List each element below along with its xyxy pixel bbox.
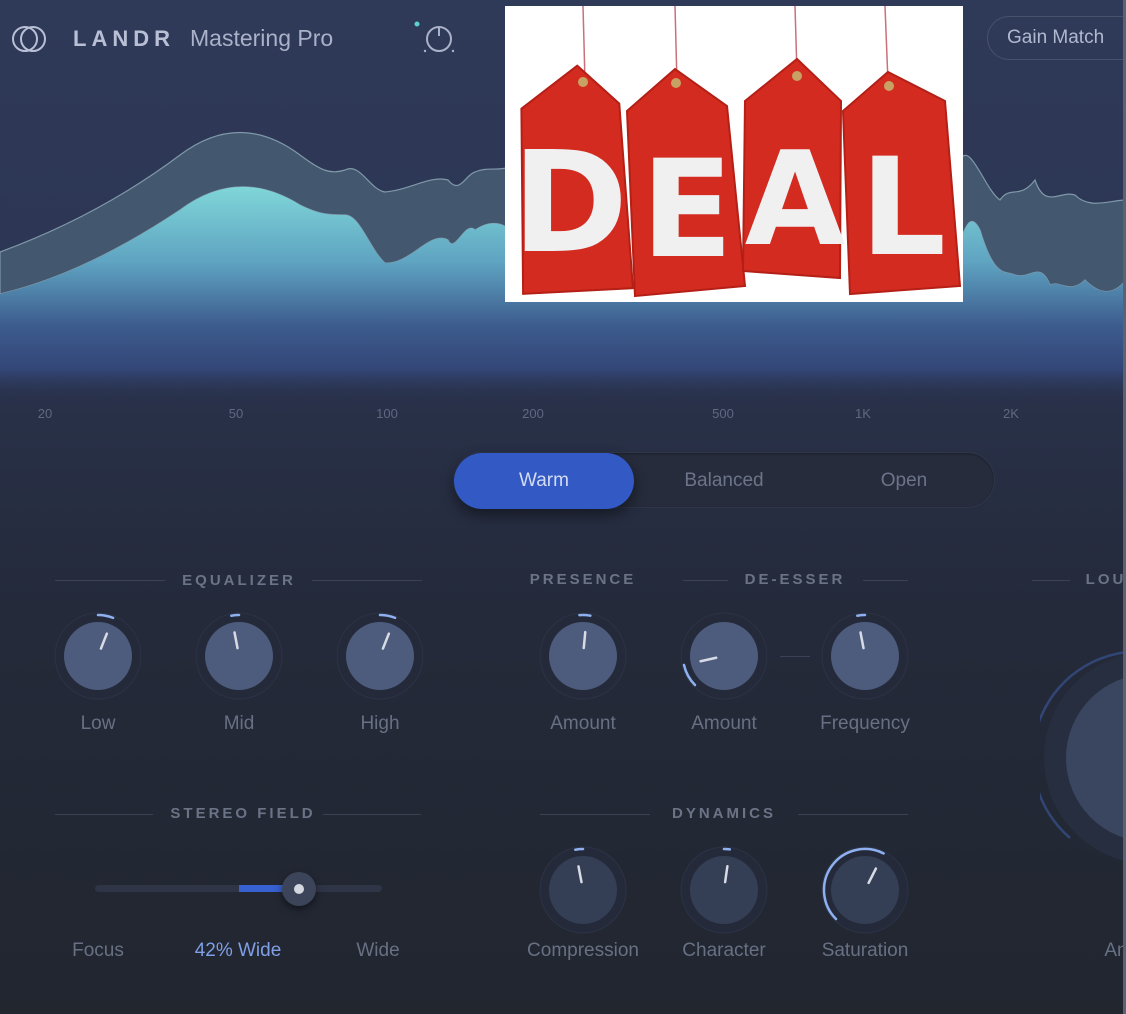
divider — [55, 814, 153, 815]
deal-advertisement-image: D E A L — [505, 6, 963, 302]
svg-text:L: L — [860, 129, 946, 286]
knob-saturation[interactable] — [820, 845, 910, 935]
style-option-balanced[interactable]: Balanced — [634, 453, 814, 509]
deal-tag: A — [741, 57, 846, 280]
divider — [323, 814, 421, 815]
knob-body — [64, 622, 132, 690]
freq-label: 500 — [712, 406, 734, 421]
knob-compression[interactable] — [538, 845, 628, 935]
section-title-equalizer: EQUALIZER — [182, 572, 296, 589]
deal-tag: D — [512, 64, 635, 295]
knob-character[interactable] — [679, 845, 769, 935]
knob-value-arc — [230, 613, 241, 617]
knob-body — [205, 622, 273, 690]
knob-label-eq-high: High — [360, 713, 400, 734]
knob-label-deesser-amount: Amount — [691, 713, 757, 734]
divider — [1032, 580, 1070, 581]
knob-presence-amount[interactable] — [538, 611, 628, 701]
gain-match-button[interactable]: Gain Match — [987, 16, 1126, 60]
divider — [863, 580, 908, 581]
knob-deesser-amount[interactable] — [679, 611, 769, 701]
stereo-focus-label: Focus — [72, 940, 124, 961]
knob-body — [549, 622, 617, 690]
divider — [683, 580, 728, 581]
knob-value-arc — [856, 613, 867, 617]
stereo-wide-label: Wide — [356, 940, 400, 961]
knob-body — [831, 622, 899, 690]
interlocking-rings-icon — [12, 26, 46, 52]
knob-deesser-frequency[interactable] — [820, 611, 910, 701]
knob-label-eq-mid: Mid — [223, 713, 255, 734]
svg-text:D: D — [512, 122, 628, 285]
knob-label-eq-low: Low — [80, 713, 116, 734]
knob-body — [549, 856, 617, 924]
stereo-value-readout: 42% Wide — [194, 940, 282, 961]
stereo-width-slider[interactable] — [95, 871, 382, 906]
section-title-dynamics: DYNAMICS — [671, 805, 777, 822]
section-title-loudness: LOU — [1085, 571, 1126, 588]
divider — [55, 580, 165, 581]
style-selector: Warm Balanced Open — [453, 452, 995, 509]
knob-link-line — [780, 656, 810, 657]
knob-eq-high[interactable] — [335, 611, 425, 701]
knob-label-compression: Compression — [527, 940, 639, 961]
freq-label: 50 — [228, 406, 244, 421]
knob-eq-mid[interactable] — [194, 611, 284, 701]
knob-body — [690, 856, 758, 924]
freq-label: 1K — [855, 406, 871, 421]
knob-eq-low[interactable] — [53, 611, 143, 701]
section-title-stereo-field: STEREO FIELD — [170, 805, 316, 822]
divider — [312, 580, 422, 581]
divider — [540, 814, 650, 815]
power-knob-icon — [414, 21, 455, 53]
slider-thumb[interactable] — [281, 871, 316, 906]
freq-label: 200 — [522, 406, 544, 421]
divider — [798, 814, 908, 815]
section-title-presence: PRESENCE — [529, 571, 637, 588]
svg-text:E: E — [641, 131, 733, 288]
section-title-de-esser: DE-ESSER — [744, 571, 846, 588]
style-option-warm[interactable]: Warm — [454, 453, 634, 509]
knob-body — [831, 856, 899, 924]
loudness-knob[interactable] — [1040, 648, 1126, 868]
style-option-open[interactable]: Open — [814, 453, 994, 509]
knob-value-arc — [574, 847, 585, 851]
knob-label-presence-amount: Amount — [550, 713, 616, 734]
product-name: Mastering Pro — [190, 25, 334, 51]
knob-value-arc — [578, 613, 592, 617]
freq-label: 100 — [376, 406, 398, 421]
knob-body — [690, 622, 758, 690]
knob-body — [346, 622, 414, 690]
freq-label: 20 — [37, 406, 53, 421]
brand-name: LANDR — [73, 26, 175, 51]
svg-text:A: A — [745, 123, 846, 275]
knob-label-deesser-frequency: Frequency — [820, 713, 910, 734]
deal-tag: E — [625, 67, 747, 298]
power-button[interactable] — [410, 18, 462, 58]
freq-label: 2K — [1003, 406, 1019, 421]
knob-label-character: Character — [682, 940, 766, 961]
knob-label-saturation: Saturation — [821, 940, 909, 961]
deal-tag: L — [841, 70, 962, 296]
knob-indicator — [582, 630, 587, 650]
